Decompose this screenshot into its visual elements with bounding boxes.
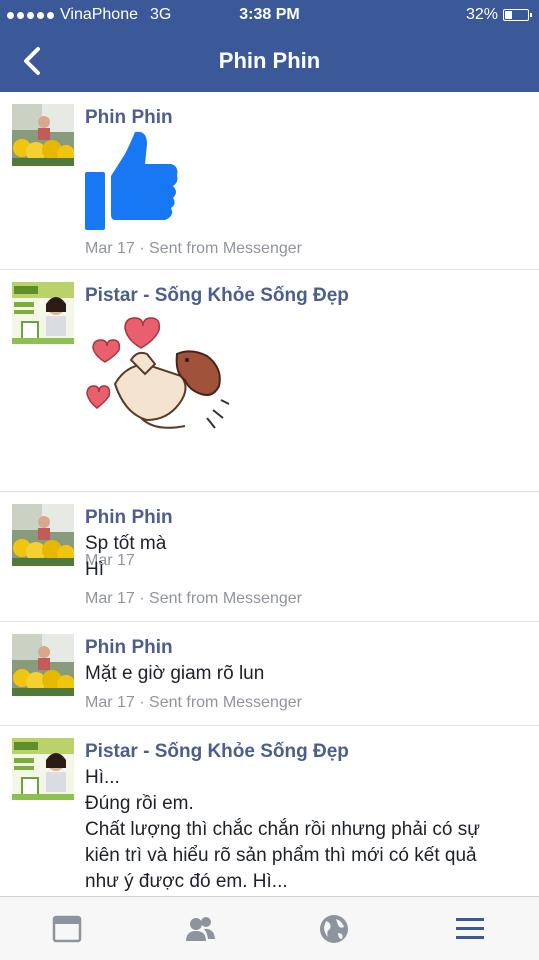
message-text: như ý được đó em. Hì... (85, 871, 288, 892)
news-feed-icon[interactable] (52, 913, 84, 945)
tab-bar (0, 896, 539, 960)
message-text: Sp tốt mà (85, 533, 167, 554)
message-item: Phin Phin Sp tốt mà Hì Mar 17 · Sent fro… (0, 492, 539, 622)
message-text: Đúng rồi em. (85, 793, 194, 814)
battery-percent: 32% (465, 6, 498, 23)
thumbs-up-sticker (85, 131, 178, 230)
status-time: 3:38 PM (239, 6, 300, 23)
message-item: Pistar - Sống Khỏe Sống Đẹp Hì... Đúng r… (0, 726, 539, 896)
message-text: Mặt e giờ giam rõ lun (85, 663, 265, 684)
message-text: Hì (85, 559, 104, 580)
message-feed[interactable]: Phin Phin Mar 17 · Sent from Messenger P… (0, 92, 539, 896)
sender-name[interactable]: Phin Phin (85, 507, 173, 529)
avatar[interactable] (12, 104, 74, 166)
message-meta: Mar 17 · Sent from Messenger (85, 694, 302, 711)
message-text: Hì... (85, 767, 120, 788)
globe-icon[interactable] (318, 913, 350, 945)
nav-bar: Phin Phin (0, 30, 539, 92)
sender-name[interactable]: Pistar - Sống Khỏe Sống Đẹp (85, 285, 349, 307)
friends-icon[interactable] (184, 913, 216, 945)
sender-name[interactable]: Phin Phin (85, 637, 173, 659)
avatar[interactable] (12, 634, 74, 696)
love-sticker (86, 317, 230, 429)
menu-icon[interactable] (454, 913, 486, 945)
message-item: Pistar - Sống Khỏe Sống Đẹp Mar 17 (0, 270, 539, 569)
avatar[interactable] (12, 504, 74, 566)
message-text: kiên trì và hiểu rõ sản phẩm thì mới có … (85, 845, 477, 866)
avatar[interactable] (12, 282, 74, 344)
page-title: Phin Phin (218, 48, 321, 73)
sender-name[interactable]: Pistar - Sống Khỏe Sống Đẹp (85, 741, 349, 763)
avatar[interactable] (12, 738, 74, 800)
battery-icon (503, 9, 532, 21)
status-right: 32% (465, 6, 532, 24)
message-meta: Mar 17 · Sent from Messenger (85, 590, 302, 607)
message-text: Chất lượng thì chắc chắn rồi nhưng phải … (85, 819, 480, 840)
status-bar: VinaPhone 3G 3:38 PM 32% (0, 0, 539, 30)
message-item: Phin Phin Mặt e giờ giam rõ lun Mar 17 ·… (0, 622, 539, 726)
sender-name[interactable]: Phin Phin (85, 107, 173, 129)
message-item: Phin Phin Mar 17 · Sent from Messenger (0, 92, 539, 270)
message-meta: Mar 17 · Sent from Messenger (85, 240, 302, 257)
